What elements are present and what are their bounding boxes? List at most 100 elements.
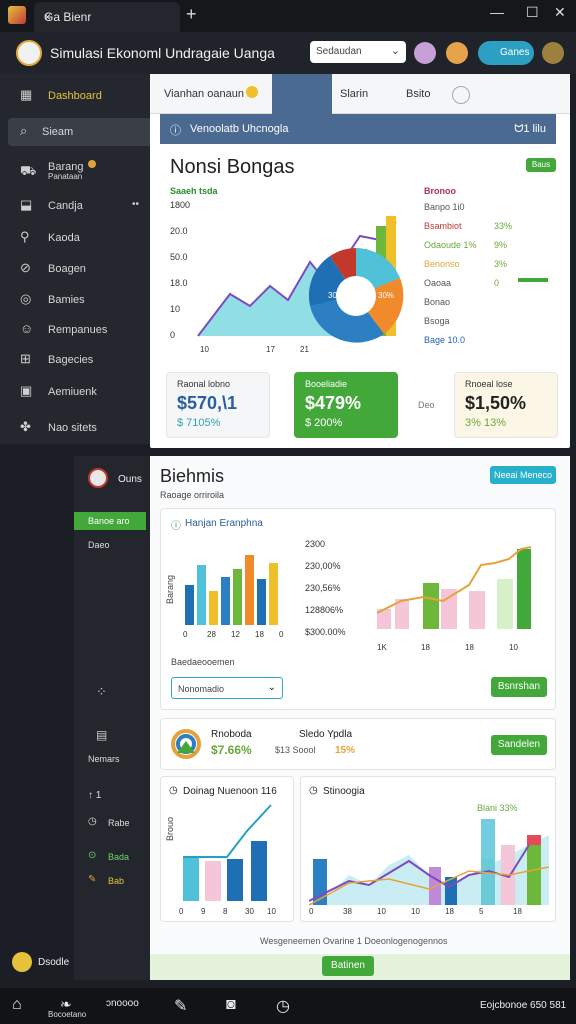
search-input[interactable]: Sedaudan ⌄: [310, 41, 406, 63]
value-label: 230,00%: [305, 561, 341, 571]
category-select[interactable]: Nonomadio ⌄: [171, 677, 283, 699]
maximize-icon[interactable]: ☐: [526, 4, 539, 21]
games-button[interactable]: Ganes: [478, 41, 534, 65]
sidebar-label: Boagen: [48, 263, 86, 275]
sidebar2-item[interactable]: Rabe: [108, 818, 130, 828]
x-tick-label: 18: [445, 907, 454, 916]
footer-button[interactable]: Batinen: [322, 956, 374, 976]
kpi-value: $1,50%: [465, 393, 527, 413]
kpi-card-3[interactable]: Rnoeal lose $1,50% 3% 13%: [454, 372, 558, 438]
sidebar-item-candja[interactable]: ⬓ Candja ••: [0, 192, 150, 220]
rainbow-logo-icon: [171, 729, 201, 759]
sidebar-item-kaoda[interactable]: ⚲ Kaoda: [0, 224, 150, 252]
sidebar-item-nao-sitets[interactable]: ✤ Nao sitets: [0, 414, 150, 442]
kpi-label: Booeliadie: [305, 379, 348, 389]
sidebar-item-boagen[interactable]: ⊘ Boagen: [0, 255, 150, 283]
x-tick-label: 30: [245, 907, 254, 916]
x-tick-label: 38: [343, 907, 352, 916]
minimize-icon[interactable]: —: [490, 4, 504, 20]
grid-small-icon[interactable]: ⁘: [96, 684, 107, 700]
kpi-label: Raonal lobno: [177, 379, 231, 389]
x-axis-labels: 1K 18 18 10: [377, 643, 547, 655]
sidebar2-item[interactable]: Bada: [108, 852, 129, 862]
x-tick-label: 10: [200, 345, 209, 354]
profile-icon[interactable]: [446, 42, 468, 64]
legend-title: Bronoo: [424, 186, 456, 196]
x-axis-labels: 0 38 10 10 18 5 18: [309, 907, 549, 919]
home-icon[interactable]: ⌂: [12, 996, 22, 1014]
panel-title: Nonsi Bongas: [170, 156, 295, 178]
x-tick-label: 10: [411, 907, 420, 916]
avatar[interactable]: [542, 42, 564, 64]
person-icon: ☺: [20, 321, 34, 336]
close-window-icon[interactable]: ✕: [554, 4, 566, 21]
legend-value: 9%: [494, 240, 508, 250]
sidebar-item-aemiuenk[interactable]: ▣ Aemiuenk: [0, 378, 150, 406]
tab-bsito[interactable]: Bsito: [406, 88, 430, 100]
panel-badge[interactable]: Neeai Meneco: [490, 466, 556, 484]
sidebar-item-barang[interactable]: ⛟ Barang Panataan: [0, 158, 150, 186]
clock-icon[interactable]: ◷: [276, 996, 290, 1016]
app-favicon-icon: [8, 6, 26, 24]
x-tick-label: 17: [266, 345, 275, 354]
notification-icon[interactable]: [414, 42, 436, 64]
check-icon: ⊙: [88, 850, 97, 861]
tab-slarin[interactable]: Slarin: [340, 88, 368, 100]
details-button[interactable]: Sandelen: [491, 735, 547, 755]
sidebar-item-bamies[interactable]: ◎ Bamies: [0, 286, 150, 314]
sidebar-item-search[interactable]: ⌕ Sieam: [8, 118, 150, 146]
close-tab-icon[interactable]: ×: [44, 10, 168, 24]
apply-button[interactable]: Bsnrshan: [491, 677, 547, 697]
tab-overview[interactable]: Vianhan oanaun: [164, 88, 244, 100]
more-icon[interactable]: ••: [132, 199, 139, 210]
pen-icon[interactable]: ✎: [174, 996, 187, 1016]
x-axis-labels: 0 9 8 30 10: [179, 907, 289, 919]
new-tab-icon[interactable]: +: [186, 4, 197, 25]
kpi-sub: 3% 13%: [465, 417, 506, 429]
chevron-down-icon: ⌄: [267, 682, 276, 693]
arrow-icon[interactable]: ↑ 1: [88, 790, 101, 801]
bar-mark: [209, 591, 218, 625]
legend: Bronoo Banpo 1i0 Bsambiot 33% Odaoude 1% 9% B…: [424, 186, 554, 356]
legend-value: 3%: [494, 259, 508, 269]
toggle-icon[interactable]: [452, 86, 470, 104]
sidebar-label: Nao sitets: [48, 422, 97, 434]
sidebar-label: Kaoda: [48, 232, 80, 244]
bar-mark: [233, 569, 242, 625]
clock-icon: ◷: [169, 785, 178, 796]
sidebar-item-rempanues[interactable]: ☺ Rempanues: [0, 316, 150, 344]
sidebar-label: Bamies: [48, 294, 85, 306]
x-tick-label: 9: [201, 907, 206, 916]
sidebar2-item[interactable]: Daeo: [88, 540, 110, 550]
tag-icon: ✎: [88, 874, 97, 885]
kpi-card-1[interactable]: Raonal lobno $570,\1 $ 7105%: [166, 372, 270, 438]
sidebar2-item[interactable]: Bab: [108, 876, 124, 886]
summary-card: Rnoboda $7.66% Sledo Ypdla $13 Soool 15%…: [160, 718, 556, 770]
legend-label: Benonso: [424, 259, 460, 269]
x-tick-label: 21: [300, 345, 309, 354]
kpi-label: Rnoeal lose: [465, 379, 513, 389]
economy-panel: Vianhan oanaun Slarin Bsito ⓘ Venoolatb …: [150, 74, 570, 448]
business-panel: Biehmis Raoage orriroila Neeai Meneco ⓘ …: [150, 456, 570, 980]
card-title: Doinag Nuenoon 116: [183, 786, 277, 797]
app-header: Simulasi Ekonoml Undragaie Uanga Sedauda…: [0, 32, 576, 74]
x-tick-label: 18: [465, 643, 474, 652]
doc-icon[interactable]: ▤: [96, 728, 107, 742]
user-status-icon[interactable]: [12, 952, 32, 972]
camera-icon[interactable]: ◙: [226, 996, 236, 1014]
x-tick-label: 18: [255, 630, 264, 639]
filter-label: Baedaeooemen: [171, 657, 235, 667]
sidebar2-item[interactable]: Nemars: [88, 754, 120, 764]
browser-tab[interactable]: Ga Bienr ×: [34, 2, 180, 32]
sidebar-item-bagecies[interactable]: ⊞ Bagecies: [0, 346, 150, 374]
bar-line-chart: [183, 804, 272, 901]
y-axis: 1800 20.0 50.0 18.0 10 0: [170, 200, 190, 340]
app-logo: [88, 468, 108, 488]
legend-value: 33%: [494, 221, 513, 231]
kpi-card-2[interactable]: Booeliadie $479% $ 200%: [294, 372, 398, 438]
summary-title: Rnoboda: [211, 729, 252, 740]
sidebar2-item-active[interactable]: Banoe aro: [74, 512, 146, 530]
chart-card: ⓘ Hanjan Eranphna 0 28 12 18 0 Barang 2300 23…: [160, 508, 556, 710]
value-label: 2300: [305, 539, 326, 549]
sidebar-item-dashboard[interactable]: ▦ Dashboard: [0, 82, 150, 110]
